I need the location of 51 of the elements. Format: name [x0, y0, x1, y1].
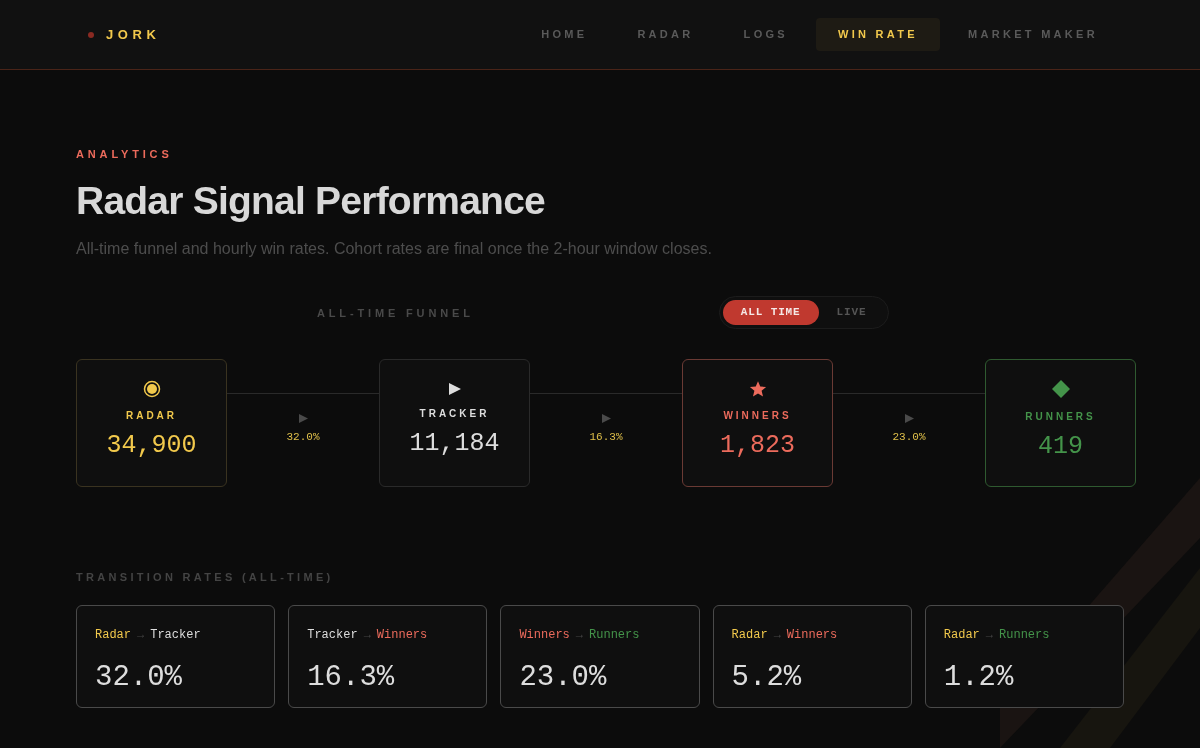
page-title: Radar Signal Performance	[76, 177, 545, 224]
stage-count: 419	[1038, 431, 1083, 464]
from-stage: Radar	[95, 627, 131, 644]
rate-value: 5.2%	[731, 660, 802, 696]
from-stage: Radar	[731, 627, 768, 644]
to-stage: Runners	[999, 627, 1050, 644]
stage-label: RUNNERS	[1025, 410, 1096, 425]
play-icon	[298, 413, 308, 423]
from-stage: Tracker	[307, 627, 358, 644]
nav-tab[interactable]: MARKET MAKER	[945, 18, 1120, 51]
stage-count: 34,900	[106, 430, 197, 463]
rate-value: 1.2%	[943, 660, 1014, 696]
step-rate: 32.0%	[286, 429, 320, 445]
rate-value: 16.3%	[307, 660, 395, 696]
arrow-glyph: →	[773, 627, 781, 644]
rate-value: 23.0%	[519, 660, 607, 696]
to-stage: Winners	[376, 627, 428, 644]
star-icon	[748, 380, 767, 399]
nav-tab[interactable]: HOME	[519, 18, 610, 51]
range-option[interactable]: ALL TIME	[722, 299, 819, 325]
from-stage: Winners	[519, 627, 570, 644]
arrow-glyph: →	[575, 627, 584, 644]
arrow-glyph: →	[363, 627, 371, 644]
nav-tab[interactable]: LOGS	[721, 18, 810, 51]
play-icon	[601, 413, 611, 423]
stage-label: TRACKER	[419, 407, 490, 422]
diamond-icon	[1050, 379, 1071, 400]
transitions-heading: TRANSITION RATES (ALL-TIME)	[76, 569, 334, 585]
to-stage: Runners	[589, 627, 640, 644]
target-icon	[142, 380, 161, 399]
brand-name: JORK	[106, 25, 161, 44]
funnel-heading: ALL-TIME FUNNEL	[317, 305, 474, 321]
to-stage: Tracker	[150, 627, 201, 644]
nav-tab[interactable]: WIN RATE	[816, 18, 940, 51]
page-subtitle: All-time funnel and hourly win rates. Cohort rates are final once the 2-hour window closes.	[76, 238, 712, 259]
rate-value: 32.0%	[95, 660, 182, 696]
arrow-glyph: →	[137, 627, 145, 644]
play-icon	[904, 413, 914, 423]
play-icon	[447, 382, 462, 397]
stage-label: RADAR	[125, 409, 178, 424]
stage-count: 11,184	[409, 428, 500, 461]
nav-tab[interactable]: RADAR	[615, 18, 716, 51]
section-eyebrow: ANALYTICS	[76, 147, 173, 162]
arrow-glyph: →	[985, 627, 994, 644]
from-stage: Radar	[943, 627, 980, 644]
step-rate: 16.3%	[589, 429, 623, 445]
range-option[interactable]: LIVE	[818, 299, 885, 325]
stage-count: 1,823	[720, 430, 795, 463]
step-rate: 23.0%	[892, 429, 926, 445]
stage-label: WINNERS	[723, 409, 792, 424]
to-stage: Winners	[786, 627, 838, 644]
